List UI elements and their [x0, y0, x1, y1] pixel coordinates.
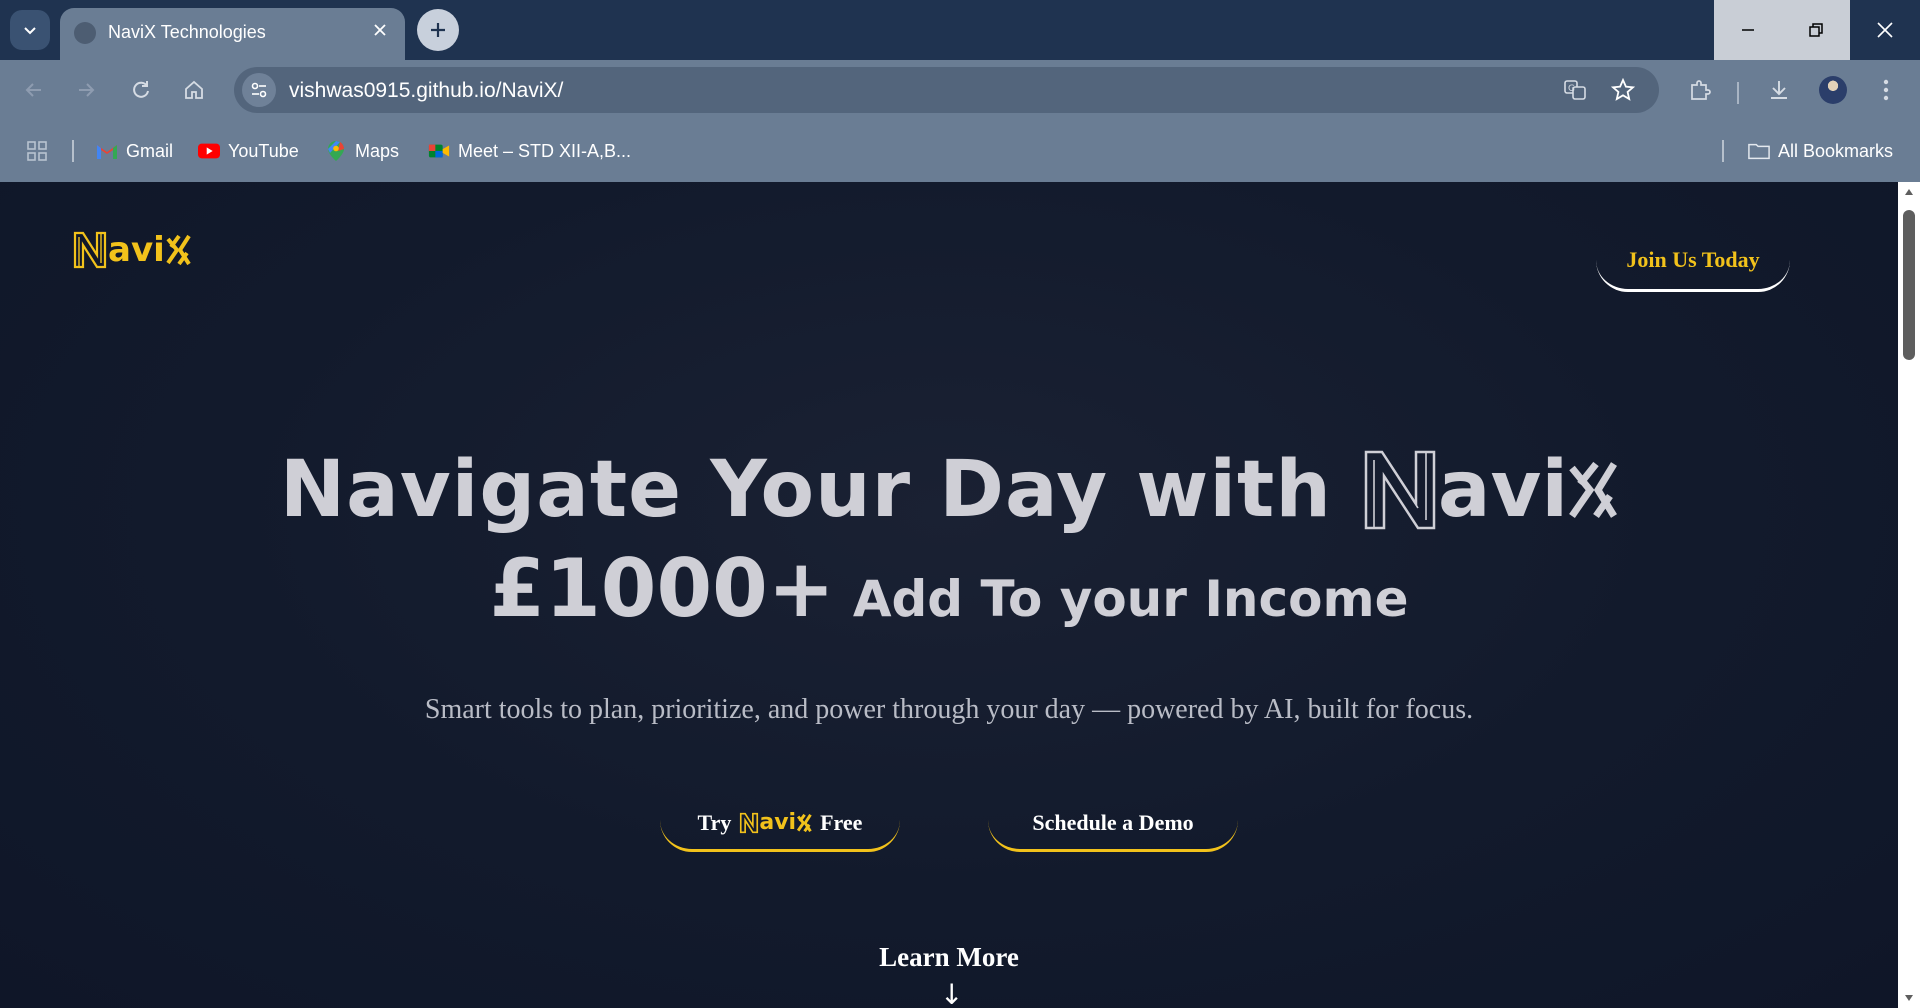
- back-button[interactable]: [18, 74, 50, 106]
- tab-search-button[interactable]: [10, 10, 50, 50]
- tune-icon: [251, 82, 267, 98]
- browser-tab-bar: NaviX Technologies: [0, 0, 1920, 60]
- bookmark-divider: [72, 140, 74, 162]
- extensions-button[interactable]: [1684, 74, 1716, 106]
- navix-x-icon: [1569, 461, 1618, 519]
- all-bookmarks-label: All Bookmarks: [1778, 140, 1894, 161]
- bookmark-label: Maps: [355, 140, 400, 161]
- close-window-button[interactable]: [1850, 0, 1920, 60]
- menu-button[interactable]: [1870, 74, 1902, 106]
- close-tab-button[interactable]: [367, 17, 393, 43]
- arrow-right-icon: [79, 83, 95, 97]
- try-label: Try: [697, 809, 732, 835]
- folder-icon: [1748, 140, 1770, 162]
- minimize-icon: [1742, 29, 1754, 31]
- address-bar[interactable]: vishwas0915.github.io/NaviX/ G: [234, 67, 1659, 113]
- youtube-icon: [198, 140, 220, 162]
- hero-amount: £1000+: [489, 542, 835, 635]
- hero-income-line: £1000+ Add To your Income: [0, 542, 1898, 642]
- url-text[interactable]: vishwas0915.github.io/NaviX/: [289, 79, 563, 103]
- navix-outline-n-icon: [1364, 450, 1436, 530]
- free-label: Free: [820, 809, 863, 835]
- new-tab-button[interactable]: [417, 9, 459, 51]
- schedule-demo-button[interactable]: Schedule a Demo: [988, 796, 1238, 852]
- chevron-down-icon: [24, 27, 36, 35]
- close-icon: [1877, 22, 1893, 38]
- reload-icon: [133, 81, 149, 98]
- meet-icon: [428, 140, 450, 162]
- hero-subline: Add To your Income: [852, 570, 1409, 628]
- apps-grid-icon: [27, 141, 47, 161]
- navix-logo-x-icon: [166, 234, 191, 266]
- arrow-down-icon[interactable]: ↓: [940, 978, 963, 1008]
- toolbar-divider: [1737, 82, 1739, 104]
- bookmark-meet[interactable]: Meet – STD XII-A,B...: [428, 138, 631, 164]
- logo-text: avi: [108, 230, 165, 270]
- more-vertical-icon: [1883, 79, 1889, 101]
- bookmark-label: YouTube: [228, 140, 299, 161]
- navix-logo-n-icon: [73, 231, 107, 269]
- bookmark-label: Gmail: [126, 140, 174, 161]
- tab-title: NaviX Technologies: [108, 22, 266, 42]
- bookmark-youtube[interactable]: YouTube: [198, 138, 299, 164]
- apps-button[interactable]: [26, 138, 48, 164]
- hero-heading: Navigate Your Day with avi: [0, 440, 1898, 540]
- puzzle-icon: [1691, 80, 1711, 100]
- bookmark-maps[interactable]: Maps: [325, 138, 399, 164]
- profile-button[interactable]: [1817, 74, 1849, 106]
- restore-icon: [1809, 23, 1823, 37]
- translate-icon: G: [1564, 80, 1586, 100]
- all-bookmarks-button[interactable]: All Bookmarks: [1748, 138, 1893, 164]
- bookmark-divider: [1722, 140, 1724, 162]
- close-icon: [374, 24, 386, 36]
- join-us-button[interactable]: Join Us Today: [1596, 230, 1790, 292]
- maps-icon: [325, 140, 347, 162]
- hero-tagline: Smart tools to plan, prioritize, and pow…: [424, 694, 1474, 725]
- bookmark-gmail[interactable]: Gmail: [96, 138, 173, 164]
- restore-button[interactable]: [1782, 0, 1850, 60]
- minimize-button[interactable]: [1714, 0, 1782, 60]
- globe-icon: [74, 22, 96, 44]
- web-page: avi Join Us Today Navigate Your Day with…: [0, 182, 1898, 1008]
- reload-button[interactable]: [125, 74, 157, 106]
- svg-text:G: G: [1568, 84, 1575, 94]
- navix-logo-n-icon: [740, 812, 759, 833]
- active-tab[interactable]: NaviX Technologies: [60, 8, 405, 60]
- bookmarks-bar: Gmail YouTube Maps Meet – STD XII-A,B...…: [0, 120, 1920, 182]
- browser-toolbar: vishwas0915.github.io/NaviX/ G: [0, 60, 1920, 120]
- bookmark-label: Meet – STD XII-A,B...: [458, 140, 632, 161]
- arrow-left-icon: [25, 83, 41, 97]
- learn-more-link[interactable]: Learn More: [0, 942, 1898, 973]
- site-info-button[interactable]: [242, 73, 276, 107]
- try-free-button[interactable]: Try avi Free: [660, 796, 900, 852]
- download-icon: [1771, 81, 1787, 99]
- scrollbar-thumb[interactable]: [1903, 210, 1915, 360]
- navix-logo-x-icon: [797, 813, 812, 832]
- downloads-button[interactable]: [1763, 74, 1795, 106]
- plus-icon: [431, 23, 445, 37]
- home-icon: [185, 80, 203, 99]
- hero-heading-text: Navigate Your Day with: [279, 445, 1332, 535]
- forward-button[interactable]: [70, 74, 102, 106]
- bookmark-star-button[interactable]: [1610, 77, 1636, 103]
- scroll-up-icon[interactable]: [1903, 186, 1915, 198]
- hero-brand-text: avi: [1437, 445, 1569, 535]
- scroll-down-icon[interactable]: [1903, 992, 1915, 1004]
- site-logo[interactable]: avi: [72, 230, 191, 270]
- mini-brand: avi: [739, 810, 812, 835]
- mini-brand-text: avi: [759, 810, 797, 835]
- page-scrollbar[interactable]: [1898, 182, 1920, 1008]
- star-icon: [1611, 78, 1635, 101]
- home-button[interactable]: [178, 74, 210, 106]
- translate-button[interactable]: G: [1562, 77, 1588, 103]
- avatar: [1819, 76, 1847, 104]
- hero-brand: avi: [1362, 445, 1618, 535]
- gmail-icon: [96, 140, 118, 162]
